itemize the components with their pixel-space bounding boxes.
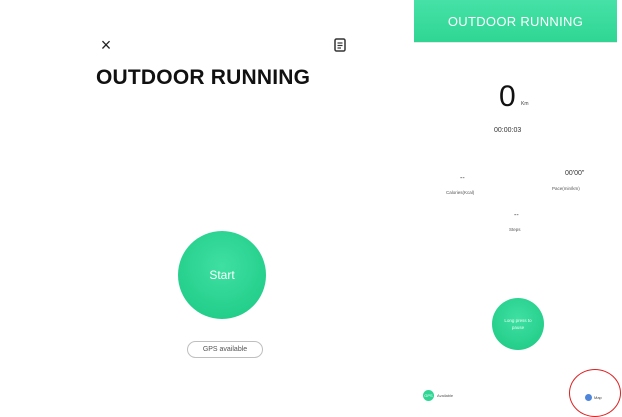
steps-value: --: [514, 212, 519, 219]
elapsed-time: 00:00:03: [494, 127, 522, 134]
close-icon[interactable]: ×: [97, 36, 115, 54]
steps-label: Steps: [509, 227, 521, 232]
header-divider: [414, 42, 617, 43]
calories-value: --: [460, 175, 465, 182]
calories-label: Calories(Kcal): [446, 190, 475, 195]
start-button[interactable]: Start: [178, 231, 266, 319]
distance-value: 0: [499, 80, 516, 113]
workout-header: OUTDOOR RUNNING: [414, 0, 617, 42]
pause-button[interactable]: Long press to pause: [492, 298, 544, 350]
gps-indicator: GPS Available: [423, 390, 453, 401]
workout-title: OUTDOOR RUNNING: [447, 13, 584, 29]
page-title: OUTDOOR RUNNING: [96, 66, 311, 89]
annotation-highlight-circle: [569, 369, 621, 417]
left-screen: [0, 0, 330, 417]
gps-indicator-label: Available: [437, 393, 454, 398]
gps-status-pill: GPS available: [187, 341, 263, 358]
history-icon[interactable]: [334, 38, 346, 52]
pace-value: 00'00": [565, 170, 585, 177]
distance-unit: Km: [521, 101, 529, 107]
gps-icon: GPS: [423, 390, 434, 401]
pause-hint-line2: pause: [511, 325, 525, 330]
pace-label: Pace(min/km): [552, 186, 580, 191]
start-label: Start: [209, 268, 235, 282]
pause-hint-line1: Long press to: [504, 318, 532, 323]
gps-status-label: GPS available: [202, 346, 248, 353]
